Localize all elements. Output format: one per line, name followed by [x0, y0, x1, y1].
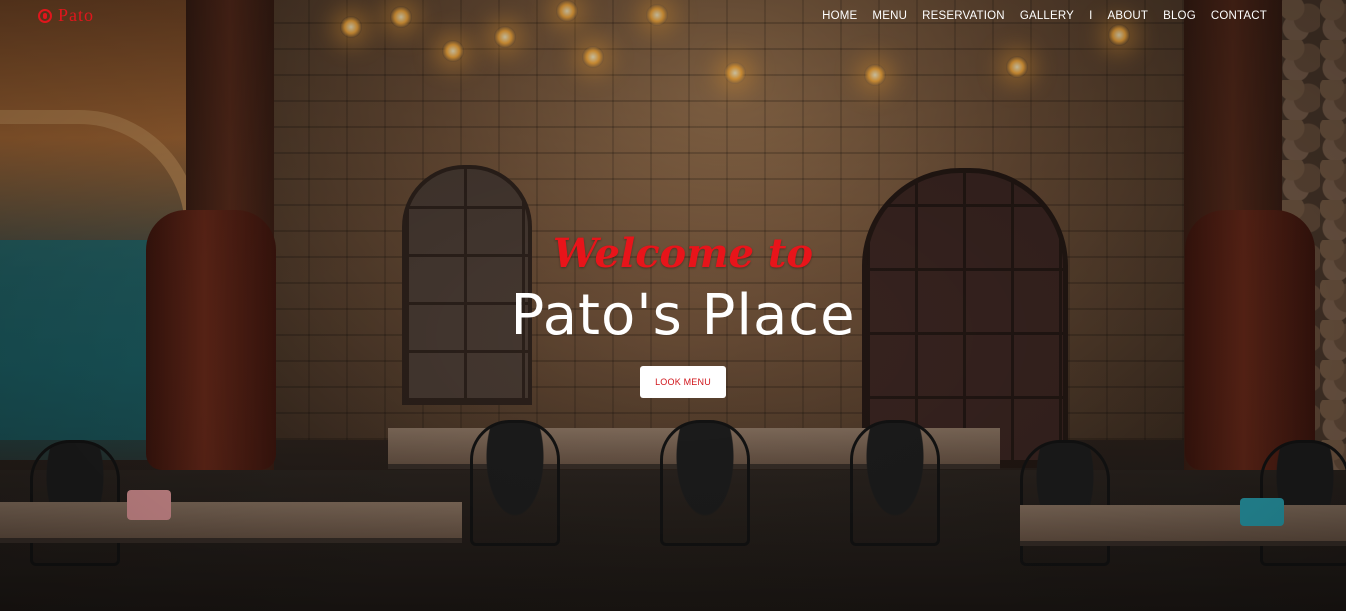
hero-content: Welcome to Pato's Place LOOK MENU: [0, 225, 1346, 398]
front-left-table: [0, 502, 462, 543]
chair: [1020, 440, 1110, 566]
look-menu-button[interactable]: LOOK MENU: [640, 366, 726, 398]
hanging-lamp: [442, 40, 464, 62]
hero-title: Pato's Place: [510, 283, 856, 348]
chair: [850, 420, 940, 546]
chair: [660, 420, 750, 546]
pink-planter: [127, 490, 171, 520]
nav-link-i[interactable]: I: [1089, 10, 1092, 22]
nav-link-menu[interactable]: MENU: [872, 10, 907, 22]
nav-link-reservation[interactable]: RESERVATION: [922, 10, 1005, 22]
hanging-lamp: [1006, 56, 1028, 78]
nav-link-contact[interactable]: CONTACT: [1211, 10, 1267, 22]
front-right-table: [1020, 505, 1346, 546]
chair: [470, 420, 560, 546]
nav-link-about[interactable]: ABOUT: [1107, 10, 1148, 22]
hanging-lamp: [582, 46, 604, 68]
nav-links: HOME MENU RESERVATION GALLERY I ABOUT BL…: [822, 10, 1267, 22]
top-navbar: Pato HOME MENU RESERVATION GALLERY I ABO…: [0, 0, 1346, 34]
hanging-lamp: [724, 62, 746, 84]
hanging-lamp: [864, 64, 886, 86]
site-logo[interactable]: Pato: [38, 5, 94, 26]
nav-link-blog[interactable]: BLOG: [1163, 10, 1196, 22]
nav-link-home[interactable]: HOME: [822, 10, 857, 22]
logo-text: Pato: [58, 5, 95, 25]
teal-planter: [1240, 498, 1284, 526]
nav-link-gallery[interactable]: GALLERY: [1020, 10, 1074, 22]
hero-section: Pato HOME MENU RESERVATION GALLERY I ABO…: [0, 0, 1346, 611]
flame-logo-icon: [38, 8, 52, 23]
hero-welcome-text: Welcome to: [552, 230, 814, 277]
